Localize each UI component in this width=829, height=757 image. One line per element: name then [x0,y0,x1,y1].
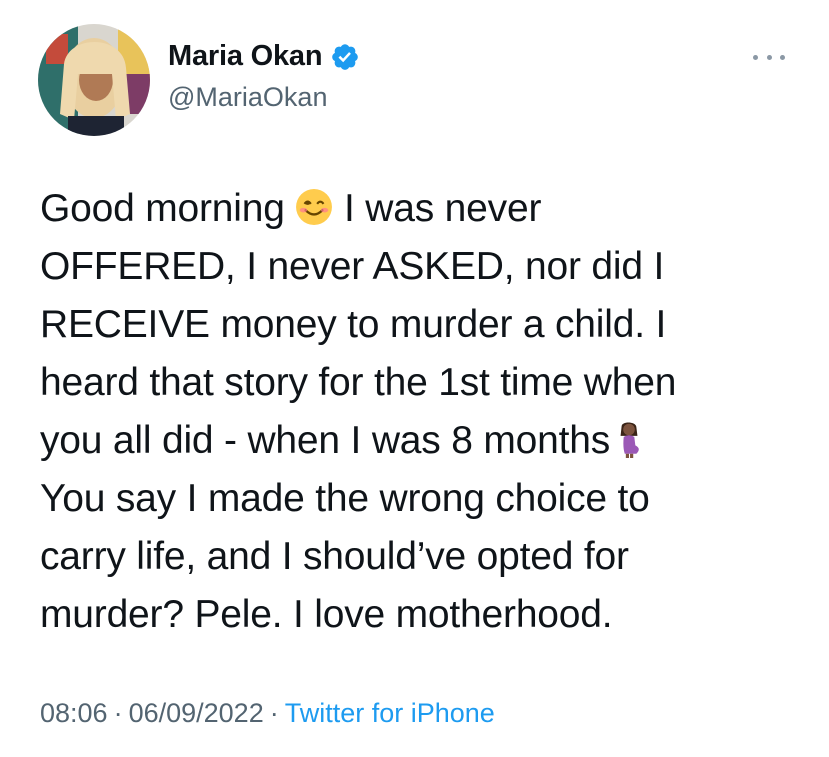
smiling-face-icon [295,185,333,225]
pregnant-woman-icon [610,417,648,458]
tweet-line: Good morning I was never [40,185,542,230]
avatar[interactable] [38,24,150,136]
author-handle[interactable]: @MariaOkan [168,82,327,113]
verified-badge-icon [330,42,360,72]
tweet-time[interactable]: 08:06 [40,698,108,728]
tweet-line: carry life, and I should’ve opted for [40,535,629,578]
more-options-icon[interactable] [753,50,785,64]
tweet-line: OFFERED, I never ASKED, nor did I [40,245,665,288]
tweet-line: you all did - when I was 8 months [40,412,800,470]
tweet-line: murder? Pele. I love motherhood. [40,593,613,636]
author-name-row[interactable]: Maria Okan [168,40,360,73]
tweet-line: RECEIVE money to murder a child. I [40,303,667,346]
tweet-metadata: 08:06 · 06/09/2022 · Twitter for iPhone [40,698,495,729]
tweet-line: You say I made the wrong choice to [40,477,650,520]
profile-photo [38,24,150,136]
tweet-source-link[interactable]: Twitter for iPhone [285,698,495,728]
tweet-date[interactable]: 06/09/2022 [129,698,264,728]
tweet-line: heard that story for the 1st time when [40,361,677,404]
display-name[interactable]: Maria Okan [168,40,323,73]
separator: · [113,698,123,728]
separator: · [269,698,279,728]
tweet-text: Good morning I was never OFFERED, I neve… [40,180,800,644]
